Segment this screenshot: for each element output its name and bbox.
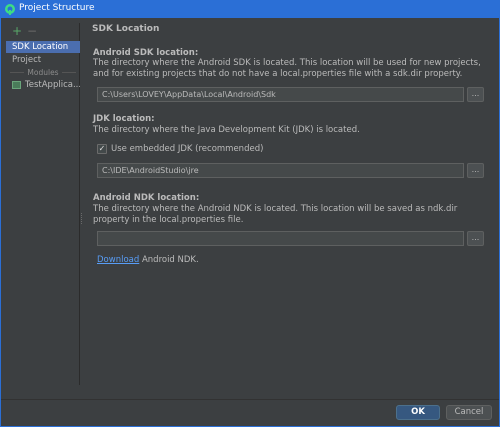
android-ndk-description: The directory where the Android NDK is l… bbox=[93, 204, 458, 225]
android-sdk-title: Android SDK location: bbox=[93, 48, 199, 58]
jdk-path-input[interactable]: C:\IDE\AndroidStudio\jre bbox=[97, 163, 464, 178]
window-title: Project Structure bbox=[19, 3, 95, 13]
sidebar-item-sdk-location[interactable]: SDK Location bbox=[6, 41, 80, 53]
ok-button[interactable]: OK bbox=[396, 405, 440, 420]
sidebar: + − SDK Location Project Modules TestApp… bbox=[6, 23, 80, 385]
add-icon[interactable]: + bbox=[12, 25, 22, 37]
android-ndk-browse-button[interactable]: ... bbox=[467, 231, 484, 246]
cancel-button[interactable]: Cancel bbox=[446, 405, 492, 420]
sidebar-item-project[interactable]: Project bbox=[6, 54, 80, 66]
jdk-description: The directory where the Java Development… bbox=[93, 125, 360, 135]
download-ndk-row: Download Android NDK. bbox=[97, 255, 199, 265]
modules-header: Modules bbox=[6, 67, 80, 78]
window-titlebar[interactable]: Project Structure bbox=[0, 0, 500, 18]
android-ndk-title: Android NDK location: bbox=[93, 193, 200, 203]
page-title: SDK Location bbox=[92, 24, 160, 34]
embedded-jdk-label[interactable]: Use embedded JDK (recommended) bbox=[111, 144, 263, 154]
module-folder-icon bbox=[12, 81, 21, 89]
jdk-title: JDK location: bbox=[93, 114, 155, 124]
android-sdk-browse-button[interactable]: ... bbox=[467, 87, 484, 102]
main-panel: SDK Location Android SDK location: The d… bbox=[89, 18, 493, 398]
android-sdk-description: The directory where the Android SDK is l… bbox=[93, 58, 481, 79]
android-sdk-path-input[interactable]: C:\Users\LOVEY\AppData\Local\Android\Sdk bbox=[97, 87, 464, 102]
remove-icon[interactable]: − bbox=[27, 25, 37, 37]
download-ndk-link[interactable]: Download bbox=[97, 255, 139, 265]
embedded-jdk-checkbox[interactable]: ✓ bbox=[97, 144, 107, 154]
android-ndk-path-input[interactable] bbox=[97, 231, 464, 246]
sidebar-item-label: SDK Location bbox=[12, 42, 69, 52]
splitter-handle[interactable] bbox=[81, 213, 83, 224]
download-ndk-suffix: Android NDK. bbox=[139, 255, 199, 265]
sidebar-item-label: TestApplica... bbox=[25, 80, 80, 90]
sidebar-item-module[interactable]: TestApplica... bbox=[6, 79, 80, 91]
android-studio-icon bbox=[5, 4, 15, 15]
modules-header-label: Modules bbox=[27, 68, 59, 77]
footer-divider bbox=[1, 399, 499, 400]
sidebar-item-label: Project bbox=[12, 55, 42, 65]
dialog-body: + − SDK Location Project Modules TestApp… bbox=[0, 18, 500, 427]
jdk-browse-button[interactable]: ... bbox=[467, 163, 484, 178]
